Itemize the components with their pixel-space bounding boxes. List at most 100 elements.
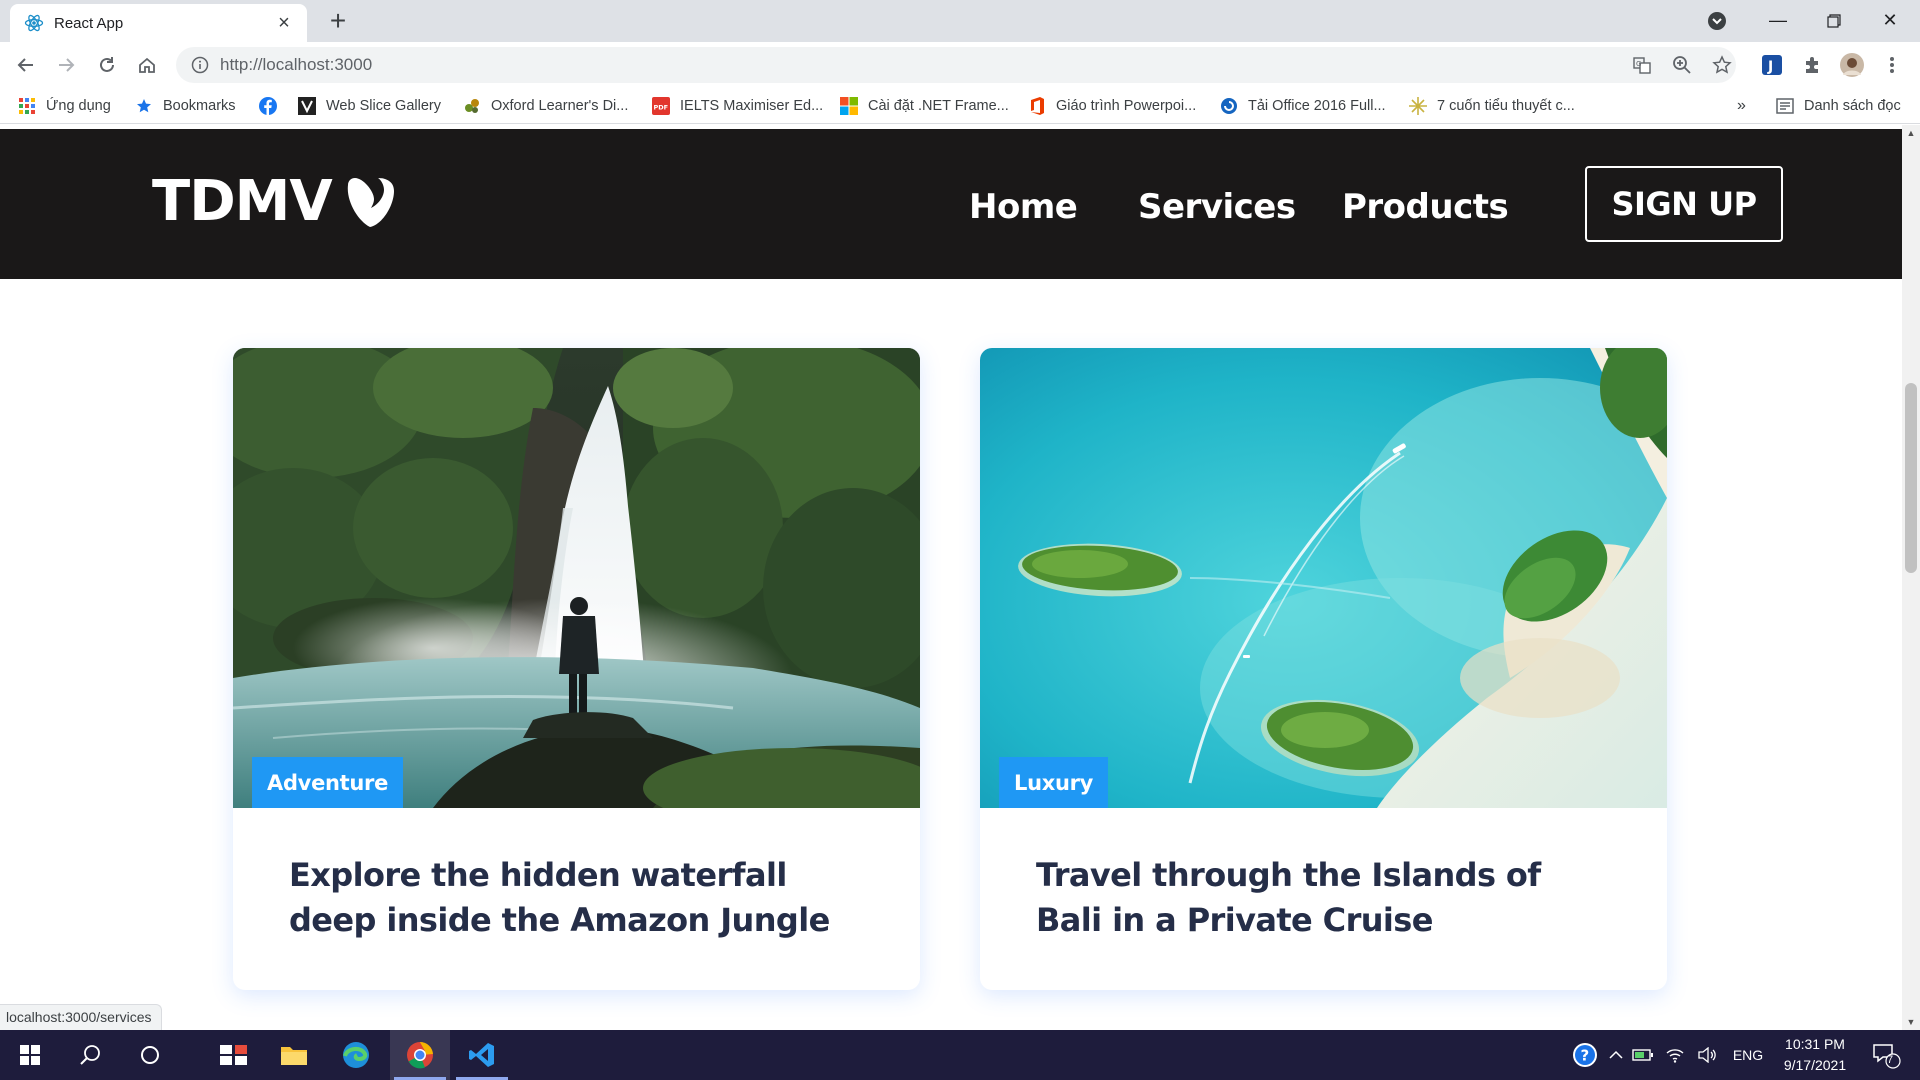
- bookmark-label: Oxford Learner's Di...: [491, 98, 629, 114]
- file-explorer-icon[interactable]: [264, 1030, 324, 1080]
- microsoft-icon: [840, 97, 858, 115]
- page-scrollbar[interactable]: ▲ ▼: [1902, 125, 1920, 1030]
- vscode-icon[interactable]: [452, 1030, 512, 1080]
- islands-aerial-photo: [980, 348, 1667, 808]
- back-arrow-icon[interactable]: [10, 49, 42, 81]
- bookmark-novels[interactable]: 7 cuốn tiểu thuyết c...: [1409, 88, 1575, 124]
- chevron-up-icon[interactable]: [1606, 1030, 1626, 1080]
- edge-browser-icon[interactable]: [326, 1030, 386, 1080]
- bookmark-office2016[interactable]: Tải Office 2016 Full...: [1220, 88, 1386, 124]
- search-icon[interactable]: [60, 1030, 120, 1080]
- system-clock[interactable]: 10:31 PM 9/17/2021: [1770, 1034, 1860, 1076]
- svg-text:G: G: [1636, 60, 1641, 68]
- chrome-menu-icon[interactable]: [1876, 49, 1908, 81]
- clock-date: 9/17/2021: [1783, 1057, 1847, 1073]
- page-viewport: TDMV Home Services Products SIGN UP Adve…: [0, 125, 1902, 1030]
- svg-text:J: J: [1767, 59, 1773, 75]
- browser-tab[interactable]: React App ×: [10, 4, 307, 42]
- sign-up-button[interactable]: SIGN UP: [1585, 166, 1783, 242]
- close-window-icon[interactable]: ✕: [1862, 0, 1918, 42]
- react-icon: [24, 13, 44, 33]
- reading-list-label: Danh sách đọc: [1804, 98, 1901, 114]
- bookmark-label: Cài đặt .NET Frame...: [868, 98, 1009, 114]
- pdf-icon: PDF: [652, 97, 670, 115]
- profile-avatar[interactable]: [1836, 49, 1868, 81]
- clock-time: 10:31 PM: [1785, 1036, 1845, 1052]
- reload-icon[interactable]: [91, 49, 123, 81]
- svg-text:PDF: PDF: [654, 104, 669, 112]
- apps-grid-icon: [18, 97, 36, 115]
- svg-text:?: ?: [1581, 1047, 1590, 1065]
- windows-start-icon[interactable]: [0, 1030, 60, 1080]
- bookmark-ielts[interactable]: PDF IELTS Maximiser Ed...: [652, 88, 823, 124]
- sparkle-icon: [1409, 97, 1427, 115]
- nav-home-link[interactable]: Home: [969, 187, 1078, 227]
- language-indicator[interactable]: ENG: [1728, 1030, 1768, 1080]
- zoom-icon[interactable]: [1664, 47, 1700, 83]
- link-status-bubble: localhost:3000/services: [0, 1004, 162, 1030]
- browser-toolbar: http://localhost:3000 G J: [0, 42, 1920, 88]
- notification-count: 7: [1887, 1054, 1894, 1066]
- restore-icon[interactable]: [1806, 0, 1862, 42]
- category-badge: Adventure: [252, 757, 404, 808]
- url-text: http://localhost:3000: [220, 55, 373, 74]
- web-slice-icon: [298, 97, 316, 115]
- chrome-taskbar-icon[interactable]: [390, 1030, 450, 1080]
- bookmarks-bar: Ứng dụng Bookmarks Web Slice Gallery Oxf…: [0, 88, 1920, 124]
- logo-text: TDMV: [152, 169, 333, 234]
- waterfall-photo: [233, 348, 920, 808]
- bookmark-star-icon[interactable]: [1704, 47, 1740, 83]
- translate-icon[interactable]: G: [1624, 47, 1660, 83]
- cortana-icon[interactable]: [120, 1030, 180, 1080]
- volume-icon[interactable]: [1694, 1030, 1720, 1080]
- scrollbar-thumb[interactable]: [1905, 383, 1917, 573]
- forward-arrow-icon[interactable]: [50, 49, 82, 81]
- extension-j-icon[interactable]: J: [1756, 49, 1788, 81]
- tab-close-icon[interactable]: ×: [273, 13, 295, 33]
- tab-title: React App: [54, 14, 124, 32]
- service-card[interactable]: Adventure Explore the hidden waterfall d…: [233, 348, 920, 990]
- browser-tab-strip: React App × + — ✕: [0, 0, 1920, 42]
- bookmark-apps[interactable]: Ứng dụng: [18, 88, 111, 124]
- battery-icon[interactable]: [1630, 1030, 1656, 1080]
- card-title[interactable]: Travel through the Islands of Bali in a …: [1036, 853, 1596, 943]
- bookmark-facebook[interactable]: [259, 88, 287, 124]
- bookmark-label: Tải Office 2016 Full...: [1248, 98, 1386, 114]
- bookmark-bookmarks[interactable]: Bookmarks: [135, 88, 236, 124]
- notification-center-icon[interactable]: 7: [1866, 1030, 1906, 1080]
- task-view-app-icon[interactable]: [204, 1030, 264, 1080]
- address-bar[interactable]: http://localhost:3000 G: [176, 47, 1736, 83]
- service-card[interactable]: Luxury Travel through the Islands of Bal…: [980, 348, 1667, 990]
- windows-taskbar: ? ENG 10:31 PM 9/17/2021 7: [0, 1030, 1920, 1080]
- info-icon[interactable]: [190, 55, 210, 75]
- bookmark-label: Giáo trình Powerpoi...: [1056, 98, 1197, 114]
- minimize-icon[interactable]: —: [1750, 0, 1806, 42]
- scroll-down-icon[interactable]: ▼: [1902, 1014, 1920, 1030]
- category-badge: Luxury: [999, 757, 1109, 808]
- scroll-up-icon[interactable]: ▲: [1902, 125, 1920, 141]
- wifi-icon[interactable]: [1662, 1030, 1688, 1080]
- bookmark-dotnet[interactable]: Cài đặt .NET Frame...: [840, 88, 1009, 124]
- bookmark-oxford[interactable]: Oxford Learner's Di...: [463, 88, 628, 124]
- facebook-icon: [259, 97, 277, 115]
- site-logo[interactable]: TDMV: [152, 169, 394, 234]
- nav-products-link[interactable]: Products: [1342, 187, 1509, 227]
- reading-list-icon: [1776, 97, 1794, 115]
- bookmark-web-slice[interactable]: Web Slice Gallery: [298, 88, 441, 124]
- reading-list[interactable]: Danh sách đọc: [1776, 88, 1901, 124]
- bookmark-label: 7 cuốn tiểu thuyết c...: [1437, 98, 1575, 114]
- tab-search-icon[interactable]: [1706, 10, 1728, 32]
- star-icon: [135, 97, 153, 115]
- nav-services-link[interactable]: Services: [1138, 187, 1296, 227]
- bookmark-label: Ứng dụng: [46, 98, 111, 114]
- new-tab-icon[interactable]: +: [322, 6, 354, 38]
- bookmarks-overflow-icon[interactable]: »: [1737, 88, 1746, 124]
- bookmark-powerpoint[interactable]: Giáo trình Powerpoi...: [1028, 88, 1196, 124]
- card-title[interactable]: Explore the hidden waterfall deep inside…: [289, 853, 849, 943]
- download-site-icon: [1220, 97, 1238, 115]
- extensions-puzzle-icon[interactable]: [1796, 49, 1828, 81]
- office-icon: [1028, 97, 1046, 115]
- bookmark-label: IELTS Maximiser Ed...: [680, 98, 824, 114]
- home-icon[interactable]: [131, 49, 163, 81]
- help-icon[interactable]: ?: [1570, 1030, 1600, 1080]
